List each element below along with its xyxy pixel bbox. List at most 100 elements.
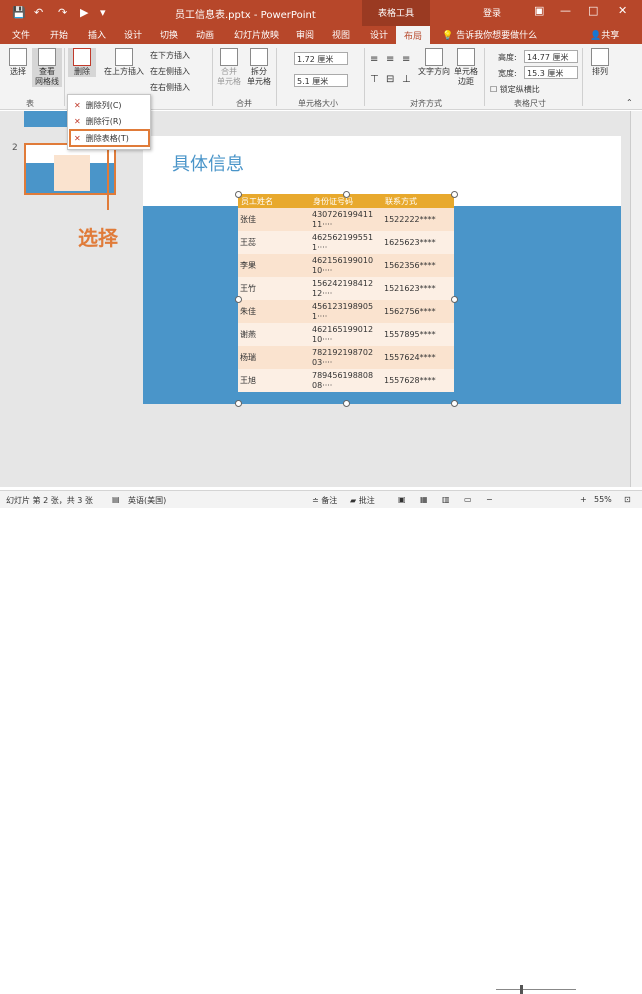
slide-sorter-icon[interactable]: ▦ xyxy=(420,495,428,504)
split-cells-button[interactable]: 拆分 单元格 xyxy=(246,48,272,87)
align-middle-icon[interactable]: ⊟ xyxy=(386,74,394,85)
resize-handle-top[interactable] xyxy=(343,191,350,198)
cell-id[interactable]: 462562199551 1···· xyxy=(310,231,382,254)
cell-name[interactable]: 杨瑞 xyxy=(238,346,310,369)
resize-handle-top-left[interactable] xyxy=(235,191,242,198)
resize-handle-bottom-right[interactable] xyxy=(451,400,458,407)
notes-button[interactable]: ≐ 备注 xyxy=(312,495,337,506)
table-width-input[interactable]: 15.3 厘米 xyxy=(524,66,578,79)
column-width-input[interactable]: 5.1 厘米 xyxy=(294,74,348,87)
zoom-slider[interactable] xyxy=(496,989,576,990)
start-from-beginning-icon[interactable]: ▶ xyxy=(80,6,88,19)
align-top-icon[interactable]: ⊤ xyxy=(370,74,379,85)
tab-table-design[interactable]: 设计 xyxy=(370,28,388,41)
merge-cells-button[interactable]: 合并 单元格 xyxy=(216,48,242,87)
resize-handle-left[interactable] xyxy=(235,296,242,303)
fit-slide-icon[interactable]: ⊡ xyxy=(624,495,631,504)
cell-name[interactable]: 王蕊 xyxy=(238,231,310,254)
resize-handle-bottom-left[interactable] xyxy=(235,400,242,407)
tab-home[interactable]: 开始 xyxy=(50,28,68,41)
slide-thumbnail-current[interactable] xyxy=(24,143,116,195)
row-height-input[interactable]: 1.72 厘米 xyxy=(294,52,348,65)
tab-file[interactable]: 文件 xyxy=(12,28,30,41)
header-name[interactable]: 员工姓名 xyxy=(238,194,310,208)
align-bottom-icon[interactable]: ⊥ xyxy=(402,74,411,85)
share-button[interactable]: 👤共享 xyxy=(590,28,619,41)
employee-table[interactable]: 员工姓名 身份证号码 联系方式 张佳 430726199411 11···· 152… xyxy=(238,194,454,392)
align-center-icon[interactable]: ≡ xyxy=(386,54,394,65)
tab-design[interactable]: 设计 xyxy=(124,28,142,41)
customize-quick-access-icon[interactable]: ▾ xyxy=(100,6,106,19)
cell-id[interactable]: 456123198905 1···· xyxy=(310,300,382,323)
sign-in-link[interactable]: 登录 xyxy=(483,6,501,19)
cell-id[interactable]: 462156199010 10···· xyxy=(310,254,382,277)
cell-name[interactable]: 王旭 xyxy=(238,369,310,392)
vertical-scrollbar[interactable] xyxy=(630,111,642,487)
cell-margins-button[interactable]: 单元格 边距 xyxy=(452,48,480,87)
resize-handle-right[interactable] xyxy=(451,296,458,303)
zoom-out-icon[interactable]: − xyxy=(486,495,493,504)
text-direction-button[interactable]: 文字方向 xyxy=(416,48,452,77)
insert-left-button[interactable]: 在左侧插入 xyxy=(150,66,190,77)
insert-right-button[interactable]: 在右侧插入 xyxy=(150,82,190,93)
cell-contact[interactable]: 1562356**** xyxy=(382,254,454,277)
cell-name[interactable]: 王竹 xyxy=(238,277,310,300)
delete-button[interactable]: 删除 xyxy=(68,48,96,77)
cell-id[interactable]: 782192198702 03···· xyxy=(310,346,382,369)
tab-view[interactable]: 视图 xyxy=(332,28,350,41)
cell-contact[interactable]: 1557895**** xyxy=(382,323,454,346)
zoom-slider-thumb[interactable] xyxy=(520,985,523,994)
cell-contact[interactable]: 1625623**** xyxy=(382,231,454,254)
delete-rows-item[interactable]: ✕ 删除行(R) xyxy=(74,116,122,127)
cell-name[interactable]: 朱佳 xyxy=(238,300,310,323)
lock-aspect-checkbox[interactable]: ☐ 锁定纵横比 xyxy=(490,84,540,95)
collapse-ribbon-icon[interactable]: ⌃ xyxy=(626,98,633,107)
zoom-in-icon[interactable]: + xyxy=(580,495,587,504)
tell-me-search[interactable]: 💡 告诉我你想要做什么 xyxy=(442,28,537,41)
delete-columns-item[interactable]: ✕ 删除列(C) xyxy=(74,100,122,111)
gridlines-button[interactable]: 查看 网格线 xyxy=(32,48,62,87)
cell-name[interactable]: 谢燕 xyxy=(238,323,310,346)
ribbon-display-icon[interactable]: ▣ xyxy=(534,4,544,17)
cell-contact[interactable]: 1562756**** xyxy=(382,300,454,323)
resize-handle-bottom[interactable] xyxy=(343,400,350,407)
cell-id[interactable]: 430726199411 11···· xyxy=(310,208,382,231)
cell-id[interactable]: 789456198808 08···· xyxy=(310,369,382,392)
cell-name[interactable]: 张佳 xyxy=(238,208,310,231)
cell-contact[interactable]: 1557624**** xyxy=(382,346,454,369)
save-icon[interactable]: 💾 xyxy=(12,6,26,19)
cell-id[interactable]: 462165199012 10···· xyxy=(310,323,382,346)
normal-view-icon[interactable]: ▣ xyxy=(398,495,406,504)
tab-insert[interactable]: 插入 xyxy=(88,28,106,41)
align-left-icon[interactable]: ≡ xyxy=(370,54,378,65)
tab-review[interactable]: 审阅 xyxy=(296,28,314,41)
slide-title[interactable]: 具体信息 xyxy=(172,150,244,176)
redo-icon[interactable]: ↷ xyxy=(58,6,67,19)
header-contact[interactable]: 联系方式 xyxy=(382,194,454,208)
select-button[interactable]: 选择 xyxy=(6,48,30,77)
arrange-button[interactable]: 排列 xyxy=(588,48,612,77)
minimize-icon[interactable]: — xyxy=(560,4,571,17)
close-icon[interactable]: ✕ xyxy=(618,4,627,17)
zoom-level[interactable]: 55% xyxy=(594,495,612,504)
resize-handle-top-right[interactable] xyxy=(451,191,458,198)
align-right-icon[interactable]: ≡ xyxy=(402,54,410,65)
tab-transitions[interactable]: 切换 xyxy=(160,28,178,41)
maximize-icon[interactable]: □ xyxy=(588,4,598,17)
cell-contact[interactable]: 1521623**** xyxy=(382,277,454,300)
tab-slideshow[interactable]: 幻灯片放映 xyxy=(234,28,279,41)
spellcheck-icon[interactable]: ▤ xyxy=(112,495,120,504)
tab-layout[interactable]: 布局 xyxy=(396,26,431,44)
language-indicator[interactable]: 英语(美国) xyxy=(128,495,166,506)
cell-id[interactable]: 156242198412 12···· xyxy=(310,277,382,300)
insert-below-button[interactable]: 在下方插入 xyxy=(150,50,190,61)
table-height-input[interactable]: 14.77 厘米 xyxy=(524,50,578,63)
reading-view-icon[interactable]: ▥ xyxy=(442,495,450,504)
slideshow-view-icon[interactable]: ▭ xyxy=(464,495,472,504)
cell-contact[interactable]: 1522222**** xyxy=(382,208,454,231)
undo-icon[interactable]: ↶ xyxy=(34,6,43,19)
cell-contact[interactable]: 1557628**** xyxy=(382,369,454,392)
cell-name[interactable]: 李果 xyxy=(238,254,310,277)
comments-button[interactable]: ▰ 批注 xyxy=(350,495,375,506)
insert-above-button[interactable]: 在上方插入 xyxy=(102,48,146,77)
